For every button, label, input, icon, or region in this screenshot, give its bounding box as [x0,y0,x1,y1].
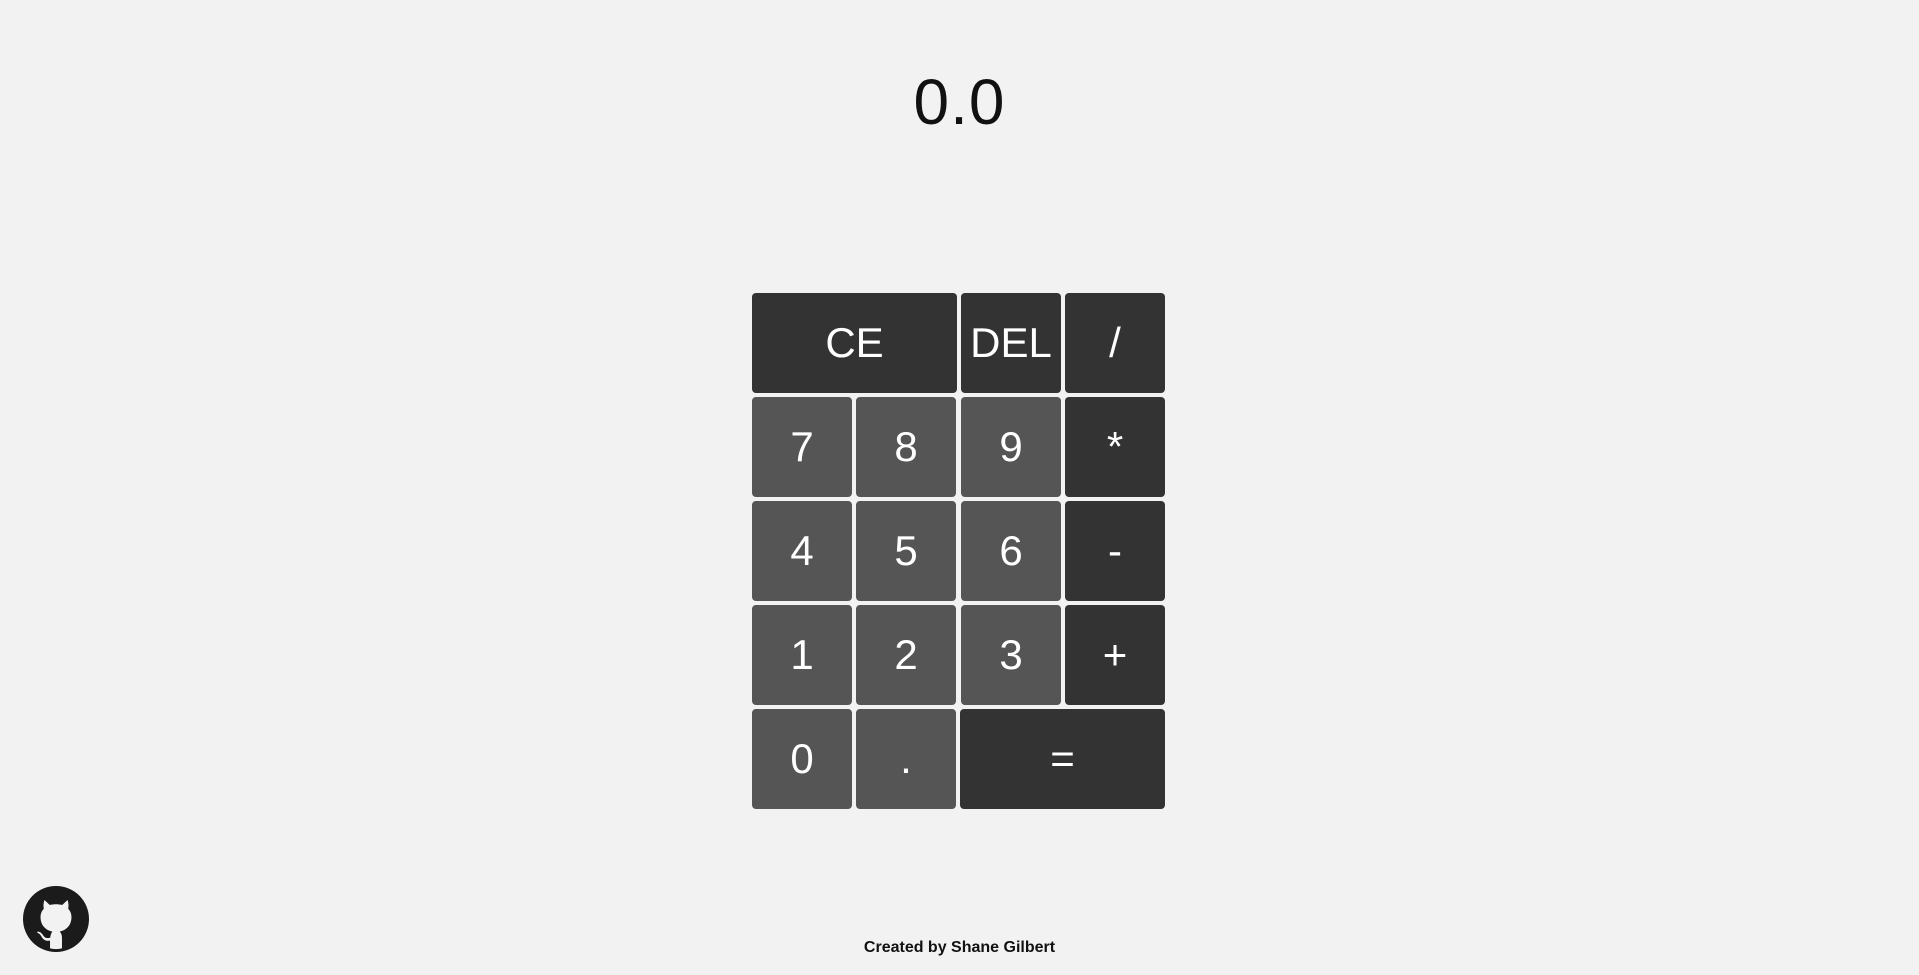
footer-credit: Created by Shane Gilbert [863,939,1056,956]
digit-7-button[interactable]: 7 [752,397,852,497]
digit-9-button[interactable]: 9 [961,397,1061,497]
equals-button[interactable]: = [960,709,1165,809]
calculator-display: 0.0 [913,66,1006,138]
decimal-button[interactable]: . [856,709,956,809]
divide-button[interactable]: / [1065,293,1165,393]
clear-entry-button[interactable]: CE [752,293,957,393]
digit-1-button[interactable]: 1 [752,605,852,705]
subtract-button[interactable]: - [1065,501,1165,601]
calculator-keypad: CE DEL / 7 8 9 * 4 5 6 - 1 2 3 + 0 . = [752,293,1166,811]
digit-8-button[interactable]: 8 [856,397,956,497]
delete-button[interactable]: DEL [961,293,1061,393]
add-button[interactable]: + [1065,605,1165,705]
digit-6-button[interactable]: 6 [961,501,1061,601]
digit-2-button[interactable]: 2 [856,605,956,705]
multiply-button[interactable]: * [1065,397,1165,497]
digit-5-button[interactable]: 5 [856,501,956,601]
digit-0-button[interactable]: 0 [752,709,852,809]
digit-3-button[interactable]: 3 [961,605,1061,705]
digit-4-button[interactable]: 4 [752,501,852,601]
